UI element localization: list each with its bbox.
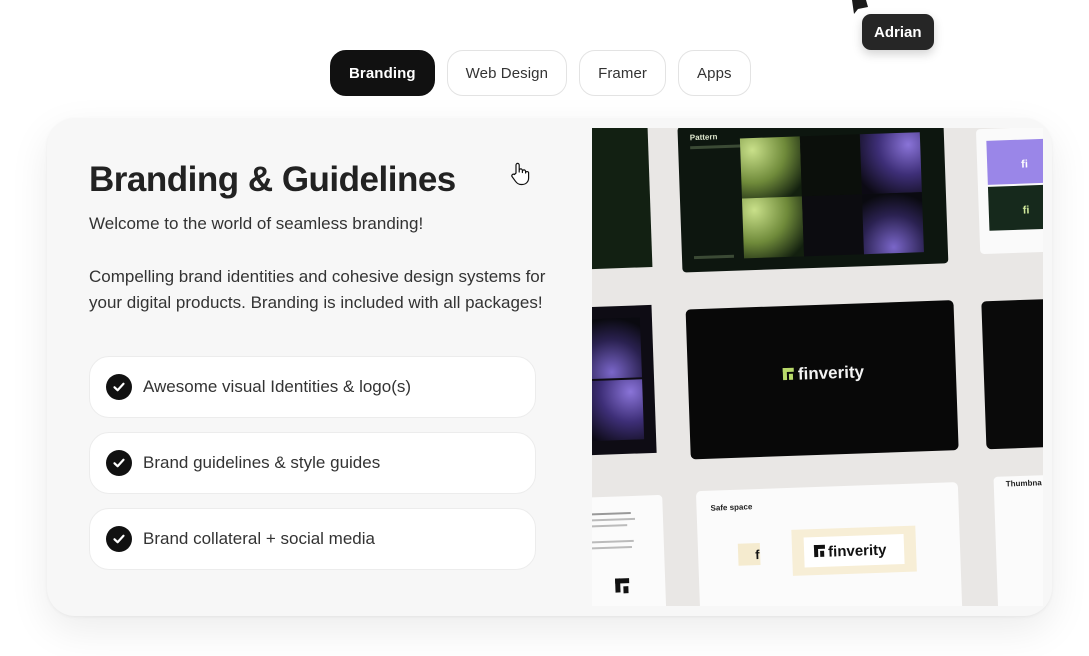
mockup-slide-pattern: Pattern [677,128,949,273]
check-circle-icon [106,526,132,552]
feature-item: Brand collateral + social media [89,508,536,570]
feature-label: Brand guidelines & style guides [143,453,381,472]
card-intro: Welcome to the world of seamless brandin… [89,214,424,233]
tab-branding[interactable]: Branding [330,50,435,96]
svg-text:fi: fi [1023,204,1030,216]
mockup-slide-right-mid [981,298,1043,450]
check-circle-icon [106,374,132,400]
feature-item: Awesome visual Identities & logo(s) [89,356,536,418]
pattern-label: Pattern [690,132,718,142]
card-description: Compelling brand identities and cohesive… [89,267,546,312]
category-tabs: Branding Web Design Framer Apps [330,50,751,96]
tab-framer[interactable]: Framer [579,50,667,96]
mockup-sheet-thumbnail: Thumbna [993,474,1043,606]
mockup-slide-finverity: finverity [685,300,959,460]
safe-space-label: Safe space [710,502,753,512]
feature-label: Awesome visual Identities & logo(s) [143,377,412,396]
service-card: Branding & Guidelines Welcome to the wor… [47,118,1052,616]
feature-item: Brand guidelines & style guides [89,432,536,494]
tab-web-design[interactable]: Web Design [446,50,568,96]
hand-pointer-icon [511,162,530,186]
feature-label: Brand collateral + social media [143,529,375,548]
finverity-logo-text: finverity [798,362,865,383]
collaborator-name-tag: Adrian [862,14,934,50]
feature-list: Awesome visual Identities & logo(s) Bran… [89,356,536,584]
mockup-card-top-right: fi fi [976,128,1043,255]
tab-apps[interactable]: Apps [678,50,751,96]
collaborator-name: Adrian [874,23,922,41]
mockup-slide-mid-left [592,304,657,456]
mockup-sheet-safe-space: Safe space f finverity [696,482,963,606]
check-circle-icon [106,450,132,476]
mockup-sheet-bottom-left [592,495,667,606]
brand-mockup-preview: Pattern fi fi finverity Safe space f fin… [592,128,1043,606]
mockup-slide-top-left [592,128,653,270]
finverity-logo-text-light: finverity [828,542,888,561]
card-title: Branding & Guidelines [89,160,456,199]
thumbnail-label: Thumbna [1006,478,1043,488]
svg-text:fi: fi [1021,158,1028,170]
